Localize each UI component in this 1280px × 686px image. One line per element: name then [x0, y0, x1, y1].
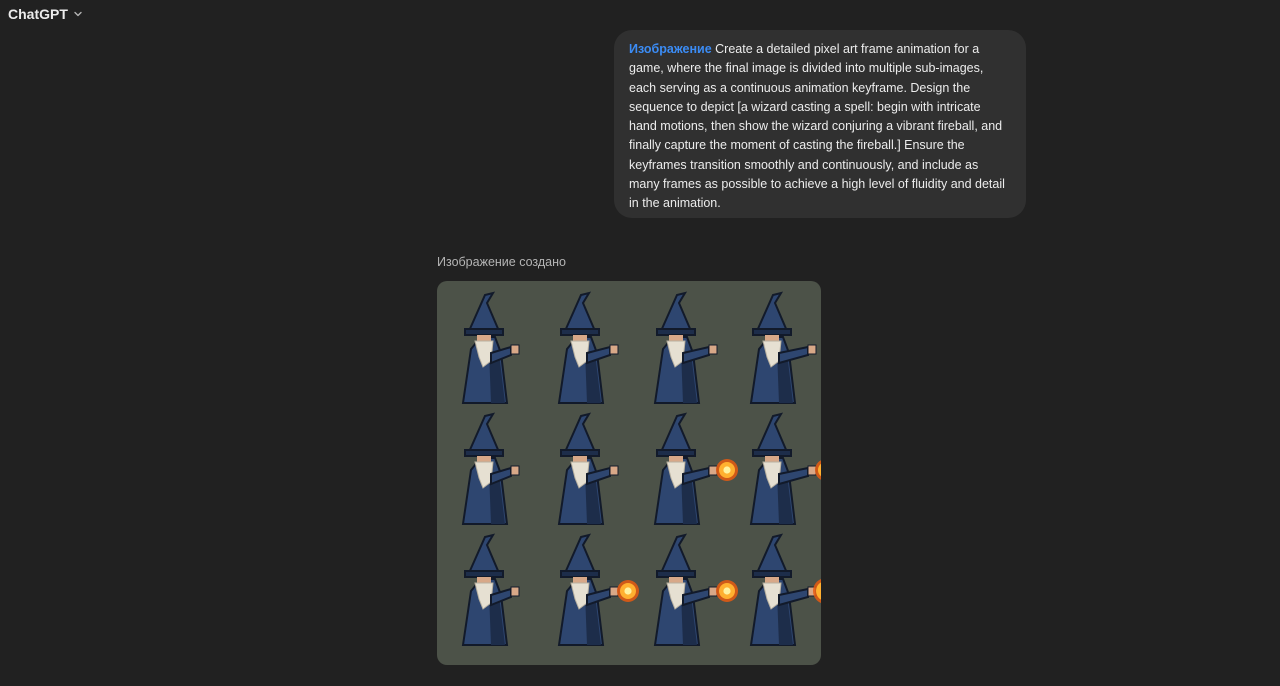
animation-frame — [749, 291, 817, 404]
user-message-bubble: Изображение Create a detailed pixel art … — [614, 30, 1026, 218]
sprite-sheet — [461, 291, 821, 646]
animation-frame — [749, 412, 821, 525]
model-selector[interactable]: ChatGPT — [8, 4, 84, 24]
animation-frame — [557, 291, 619, 404]
image-mode-tag: Изображение — [629, 42, 716, 56]
animation-frame — [749, 533, 821, 646]
app-title: ChatGPT — [8, 6, 68, 22]
generated-image[interactable] — [437, 281, 821, 665]
animation-frame — [461, 533, 520, 646]
animation-frame — [653, 291, 718, 404]
animation-frame — [653, 412, 738, 525]
animation-frame — [557, 412, 619, 525]
animation-frame — [461, 412, 520, 525]
chevron-down-icon — [72, 8, 84, 20]
animation-frame — [461, 291, 520, 404]
user-message-text: Create a detailed pixel art frame animat… — [629, 42, 1005, 211]
animation-frame — [557, 533, 639, 646]
animation-frame — [653, 533, 738, 646]
image-created-label: Изображение создано — [437, 255, 566, 269]
